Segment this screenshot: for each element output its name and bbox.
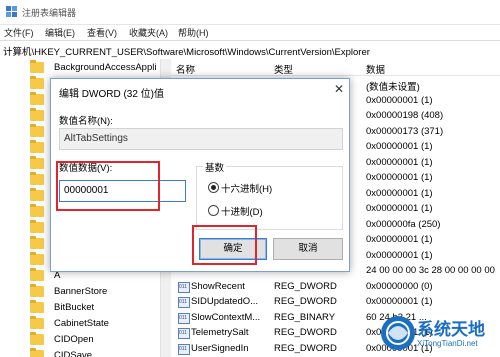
menu-edit[interactable]: 编辑(E) [45, 26, 75, 39]
reg-value-icon [178, 297, 190, 308]
folder-icon [30, 76, 44, 89]
value-name-cell: SlowContextM... [191, 311, 261, 323]
folder-icon [30, 60, 44, 73]
value-name-cell: UserSignedIn [191, 342, 249, 354]
tree-item[interactable]: CabinetState [30, 316, 160, 332]
value-data-cell: 0x00000001 (1) [366, 141, 433, 152]
list-header: 名称 类型 数据 [171, 59, 500, 76]
value-data-cell: 0x00000173 (371) [366, 125, 444, 137]
value-name-field: AltTabSettings [59, 128, 343, 150]
tree-item[interactable]: BitBucket [30, 300, 160, 316]
menu-view[interactable]: 查看(V) [87, 26, 117, 39]
cancel-button[interactable]: 取消 [273, 238, 343, 260]
folder-icon [30, 316, 44, 329]
watermark-subtext: XiTongTianDi.net [417, 339, 478, 348]
hex-radio[interactable] [208, 182, 219, 193]
value-data-cell: 0x00000198 (408) [366, 110, 444, 121]
dialog-title: 编辑 DWORD (32 位)值 [59, 89, 164, 100]
folder-icon [30, 252, 44, 265]
watermark-text: 系统天地 [417, 320, 485, 340]
column-type-header[interactable]: 类型 [274, 62, 293, 76]
value-data-cell: 0x00000001 (1) [366, 234, 433, 245]
decimal-radio-label[interactable]: 十进制(D) [221, 204, 263, 218]
menu-help[interactable]: 帮助(H) [178, 26, 209, 39]
folder-icon [30, 140, 44, 153]
address-bar[interactable]: 计算机\HKEY_CURRENT_USER\Software\Microsoft… [0, 40, 500, 60]
reg-value-icon [178, 328, 190, 339]
highlight-ok-box [192, 225, 257, 265]
address-path[interactable]: 计算机\HKEY_CURRENT_USER\Software\Microsoft… [3, 44, 370, 58]
value-type-cell: REG_DWORD [274, 296, 337, 307]
folder-icon [30, 348, 44, 357]
value-data-cell: 24 00 00 00 3c 28 00 00 00 00 [366, 265, 495, 276]
decimal-radio[interactable] [208, 205, 219, 216]
folder-icon [30, 268, 44, 281]
tree-item-label[interactable]: CIDSave [54, 350, 92, 357]
value-data-cell: 0x00000001 (1) [366, 296, 433, 307]
value-data-cell: 0x00000001 (1) [366, 187, 433, 199]
value-type-cell: REG_DWORD [274, 280, 337, 292]
value-type-cell: REG_DWORD [274, 342, 337, 354]
column-name-header[interactable]: 名称 [176, 62, 195, 76]
folder-icon [30, 300, 44, 313]
folder-icon [30, 188, 44, 201]
highlight-data-box [56, 161, 160, 211]
tree-item-label[interactable]: CIDOpen [54, 334, 94, 345]
folder-icon [30, 332, 44, 345]
tree-item-label[interactable]: BannerStore [54, 286, 107, 297]
folder-icon [30, 220, 44, 233]
reg-value-icon [178, 281, 190, 293]
reg-value-icon [178, 343, 190, 355]
value-type-cell: REG_DWORD [274, 327, 337, 338]
folder-icon [30, 236, 44, 249]
value-row[interactable]: SIDUpdatedO... REG_DWORD 0x00000001 (1) [171, 294, 500, 309]
tree-item[interactable]: CIDSave [30, 348, 160, 357]
value-name-cell: TelemetrySalt [191, 327, 249, 338]
menu-file[interactable]: 文件(F) [4, 26, 34, 39]
folder-icon [30, 108, 44, 121]
value-data-cell: 0x00000001 (1) [366, 203, 433, 214]
value-data-cell: 0x00000000 (0) [366, 280, 433, 292]
base-groupbox [196, 166, 343, 230]
tree-item[interactable]: BackgroundAccessAppli [30, 60, 160, 76]
title-bar: 注册表编辑器 [0, 0, 500, 25]
folder-icon [30, 124, 44, 137]
tree-item-label[interactable]: BackgroundAccessAppli [54, 62, 156, 73]
registry-app-icon [6, 6, 17, 17]
value-data-cell: 0x000000fa (250) [366, 218, 441, 230]
menu-favorites[interactable]: 收藏夹(A) [129, 26, 168, 39]
value-data-cell: 0x00000001 (1) [366, 94, 433, 106]
tree-item-label[interactable]: CabinetState [54, 318, 109, 329]
value-data-cell: 0x00000001 (1) [366, 156, 433, 168]
tree-item[interactable]: CIDOpen [30, 332, 160, 348]
value-data-cell: (数值未设置) [366, 82, 420, 93]
folder-icon [30, 204, 44, 217]
value-data-cell: 0x00000001 (1) [366, 249, 433, 261]
reg-value-icon [178, 312, 190, 324]
folder-icon [30, 92, 44, 105]
value-row[interactable]: ShowRecent REG_DWORD 0x00000000 (0) [171, 279, 500, 294]
value-name-text: AltTabSettings [64, 133, 128, 144]
value-type-cell: REG_BINARY [274, 311, 336, 323]
column-data-header[interactable]: 数据 [366, 62, 385, 76]
tree-item-label[interactable]: BitBucket [54, 302, 94, 313]
value-name-cell: ShowRecent [191, 280, 245, 292]
folder-icon [30, 284, 44, 297]
folder-icon [30, 172, 44, 185]
window-title: 注册表编辑器 [22, 8, 77, 18]
menu-bar: 文件(F) 编辑(E) 查看(V) 收藏夹(A) 帮助(H) [0, 24, 500, 40]
value-name-label: 数值名称(N): [59, 116, 113, 127]
close-icon[interactable]: ✕ [334, 82, 344, 96]
hex-radio-label[interactable]: 十六进制(H) [221, 181, 272, 195]
value-name-cell: SIDUpdatedO... [191, 296, 259, 307]
tree-item[interactable]: BannerStore [30, 284, 160, 300]
folder-icon [30, 156, 44, 169]
base-label: 基数 [203, 160, 227, 174]
value-data-cell: 0x00000001 (1) [366, 172, 433, 183]
